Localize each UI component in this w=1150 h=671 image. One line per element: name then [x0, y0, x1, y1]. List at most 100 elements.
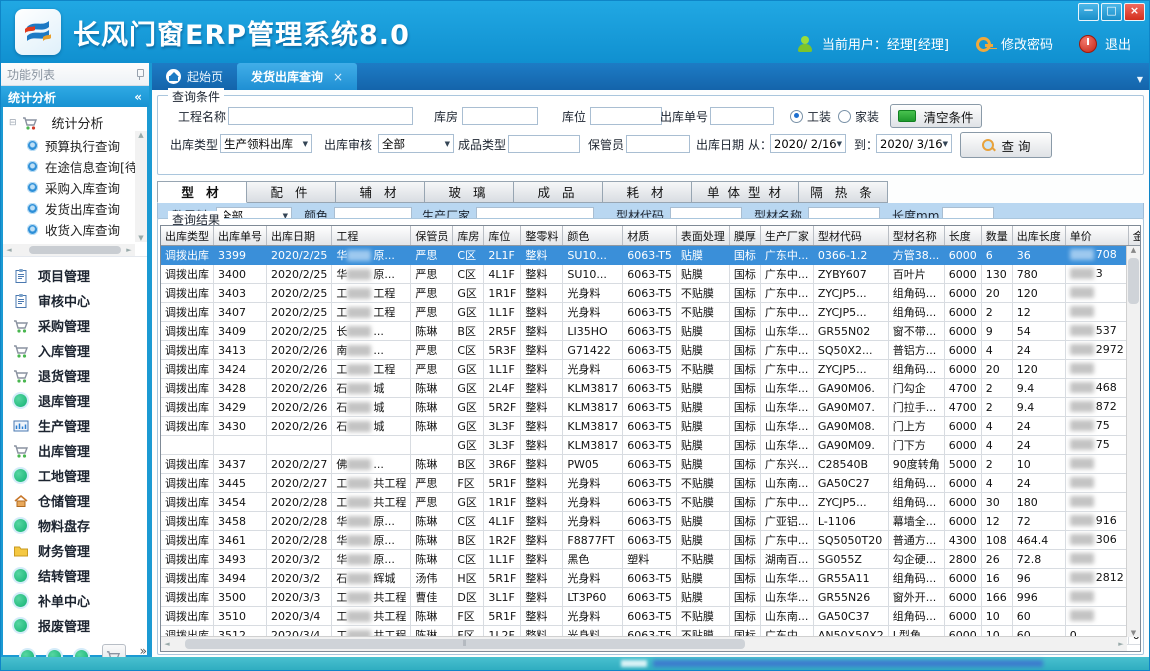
- column-header-5[interactable]: 库房: [453, 226, 484, 246]
- table-scrollbar-vertical[interactable]: ▲▼: [1126, 246, 1140, 637]
- module-2[interactable]: 采购管理: [13, 313, 147, 338]
- scroll-thumb[interactable]: ⫴: [185, 639, 745, 649]
- column-header-7[interactable]: 整零料: [521, 226, 563, 246]
- column-header-9[interactable]: 材质: [623, 226, 677, 246]
- column-header-8[interactable]: 颜色: [563, 226, 623, 246]
- column-header-18[interactable]: 单价: [1065, 226, 1128, 246]
- table-row[interactable]: 调拨出库34032020/2/25工工程严思G区1R1F整料光身料6063-T5…: [161, 284, 1141, 303]
- tree-root[interactable]: ⊟ 统计分析: [9, 113, 145, 132]
- table-row[interactable]: 调拨出库34612020/2/28华原...陈琳B区1R2F整料F8877FT6…: [161, 531, 1141, 550]
- column-header-6[interactable]: 库位: [484, 226, 521, 246]
- material-tab-5[interactable]: 耗 材: [603, 181, 692, 203]
- warehouse-input[interactable]: [462, 107, 538, 125]
- column-header-11[interactable]: 膜厚: [729, 226, 760, 246]
- module-3[interactable]: 入库管理: [13, 338, 147, 363]
- table-row[interactable]: 调拨出库34292020/2/26石城陈琳G区5R2F整料KLM38176063…: [161, 398, 1141, 417]
- scroll-down-icon[interactable]: ▼: [138, 234, 143, 242]
- column-header-19[interactable]: 金: [1128, 226, 1141, 246]
- scroll-left-icon[interactable]: ◄: [3, 246, 15, 254]
- logout-link[interactable]: 退出: [1105, 34, 1131, 53]
- tree-item-0[interactable]: 预算执行查询: [7, 135, 145, 156]
- table-row[interactable]: 调拨出库34072020/2/25工工程严思G区1L1F整料光身料6063-T5…: [161, 303, 1141, 322]
- date-to-select[interactable]: 2020/ 3/16▼: [876, 134, 952, 153]
- module-13[interactable]: 补单中心: [13, 588, 147, 613]
- table-row[interactable]: 调拨出库34582020/2/28华原...陈琳C区4L1F整料光身料6063-…: [161, 512, 1141, 531]
- column-header-17[interactable]: 出库长度: [1012, 226, 1065, 246]
- column-header-12[interactable]: 生产厂家: [760, 226, 813, 246]
- audit-select[interactable]: 全部▼: [378, 134, 454, 153]
- module-9[interactable]: 仓储管理: [13, 488, 147, 513]
- table-row[interactable]: 调拨出库34282020/2/26石城陈琳G区2L4F整料KLM38176063…: [161, 379, 1141, 398]
- table-row[interactable]: 调拨出库34932020/3/2华原...陈琳C区1L1F整料黑色塑料不贴膜国标…: [161, 550, 1141, 569]
- module-4[interactable]: 退货管理: [13, 363, 147, 388]
- scroll-up-icon[interactable]: ▲: [1131, 246, 1136, 254]
- column-header-3[interactable]: 工程: [332, 226, 411, 246]
- scroll-thumb[interactable]: [1128, 258, 1139, 304]
- module-14[interactable]: 报废管理: [13, 613, 147, 638]
- keeper-input[interactable]: [626, 135, 690, 153]
- table-row[interactable]: 调拨出库34132020/2/26南...严思C区5R3F整料G71422606…: [161, 341, 1141, 360]
- table-row[interactable]: 调拨出库34452020/2/27工共工程严思F区5R1F整料光身料6063-T…: [161, 474, 1141, 493]
- table-row[interactable]: 调拨出库34372020/2/27佛...陈琳B区3R6F整料PW056063-…: [161, 455, 1141, 474]
- date-from-select[interactable]: 2020/ 2/16▼: [770, 134, 846, 153]
- module-1[interactable]: 审核中心: [13, 288, 147, 313]
- table-row[interactable]: 调拨出库34092020/2/25长...陈琳B区2R5F整料LI35HO606…: [161, 322, 1141, 341]
- tree-scrollbar-vertical[interactable]: ▲▼: [135, 131, 147, 242]
- collapse-icon[interactable]: «: [134, 90, 142, 104]
- section-header[interactable]: 统计分析 «: [1, 86, 149, 108]
- table-row[interactable]: 调拨出库34542020/2/28工共工程严思G区1R1F整料光身料6063-T…: [161, 493, 1141, 512]
- material-tab-3[interactable]: 玻 璃: [425, 181, 514, 203]
- material-tab-7[interactable]: 隔 热 条: [799, 181, 888, 203]
- material-tab-0[interactable]: 型 材: [157, 181, 247, 203]
- column-header-1[interactable]: 出库单号: [214, 226, 267, 246]
- scroll-right-icon[interactable]: ►: [1115, 640, 1127, 648]
- table-row[interactable]: 调拨出库34302020/2/26石城陈琳G区3L3F整料KLM38176063…: [161, 417, 1141, 436]
- column-header-10[interactable]: 表面处理: [676, 226, 729, 246]
- tree-scrollbar-horizontal[interactable]: ◄►: [3, 244, 135, 256]
- tree-item-3[interactable]: 发货出库查询: [7, 198, 145, 219]
- product-type-input[interactable]: [508, 135, 580, 153]
- tab-home[interactable]: 起始页: [152, 63, 237, 90]
- scroll-thumb[interactable]: [29, 246, 121, 254]
- table-row[interactable]: 调拨出库35002020/3/3工共工程曹佳D区3L1F整料LT3P606063…: [161, 588, 1141, 607]
- module-5[interactable]: 退库管理: [13, 388, 147, 413]
- pin-icon[interactable]: [136, 69, 143, 80]
- radio-jiazhuang[interactable]: 家装: [838, 106, 879, 126]
- column-header-4[interactable]: 保管员: [411, 226, 453, 246]
- column-header-14[interactable]: 型材名称: [888, 226, 944, 246]
- module-10[interactable]: 物料盘存: [13, 513, 147, 538]
- table-row[interactable]: 调拨出库33992020/2/25华原...严思C区2L1F整料SU10...6…: [161, 246, 1141, 265]
- column-header-2[interactable]: 出库日期: [267, 226, 332, 246]
- table-row[interactable]: 调拨出库34002020/2/25华原...严思C区4L1F整料SU10...6…: [161, 265, 1141, 284]
- table-scrollbar-horizontal[interactable]: ◄⫴►: [161, 636, 1127, 651]
- tab-close-icon[interactable]: ×: [333, 70, 343, 84]
- tree-item-4[interactable]: 收货入库查询: [7, 219, 145, 240]
- scroll-up-icon[interactable]: ▲: [138, 131, 143, 139]
- material-tab-6[interactable]: 单 体 型 材: [692, 181, 799, 203]
- radio-gongzhuang[interactable]: 工装: [790, 106, 831, 126]
- scroll-down-icon[interactable]: ▼: [1131, 629, 1136, 637]
- table-row[interactable]: 调拨出库35102020/3/4工共工程陈琳F区5R1F整料光身料6063-T5…: [161, 607, 1141, 626]
- change-password-link[interactable]: 修改密码: [1001, 34, 1053, 53]
- close-button[interactable]: ×: [1124, 3, 1145, 21]
- order-no-input[interactable]: [710, 107, 774, 125]
- tree-item-2[interactable]: 采购入库查询: [7, 177, 145, 198]
- module-0[interactable]: 项目管理: [13, 263, 147, 288]
- module-12[interactable]: 结转管理: [13, 563, 147, 588]
- project-name-input[interactable]: [228, 107, 413, 125]
- module-11[interactable]: 财务管理: [13, 538, 147, 563]
- column-header-13[interactable]: 型材代码: [813, 226, 888, 246]
- material-tab-4[interactable]: 成 品: [514, 181, 603, 203]
- table-row[interactable]: G区3L3F整料KLM38176063-T5贴膜国标山东华...GA90M09.…: [161, 436, 1141, 455]
- out-type-select[interactable]: 生产领料出库▼: [220, 134, 312, 153]
- table-row[interactable]: 调拨出库34942020/3/2石辉城汤伟H区5R1F整料光身料6063-T5贴…: [161, 569, 1141, 588]
- clear-conditions-button[interactable]: 清空条件: [890, 104, 982, 128]
- module-6[interactable]: 生产管理: [13, 413, 147, 438]
- search-button[interactable]: 查 询: [960, 132, 1052, 158]
- column-header-15[interactable]: 长度: [944, 226, 981, 246]
- tree-expander-icon[interactable]: ⊟: [9, 118, 17, 128]
- maximize-button[interactable]: □: [1101, 3, 1122, 21]
- material-tab-1[interactable]: 配 件: [247, 181, 336, 203]
- location-input[interactable]: [590, 107, 662, 125]
- tab-overflow-icon[interactable]: ▼: [1137, 75, 1143, 84]
